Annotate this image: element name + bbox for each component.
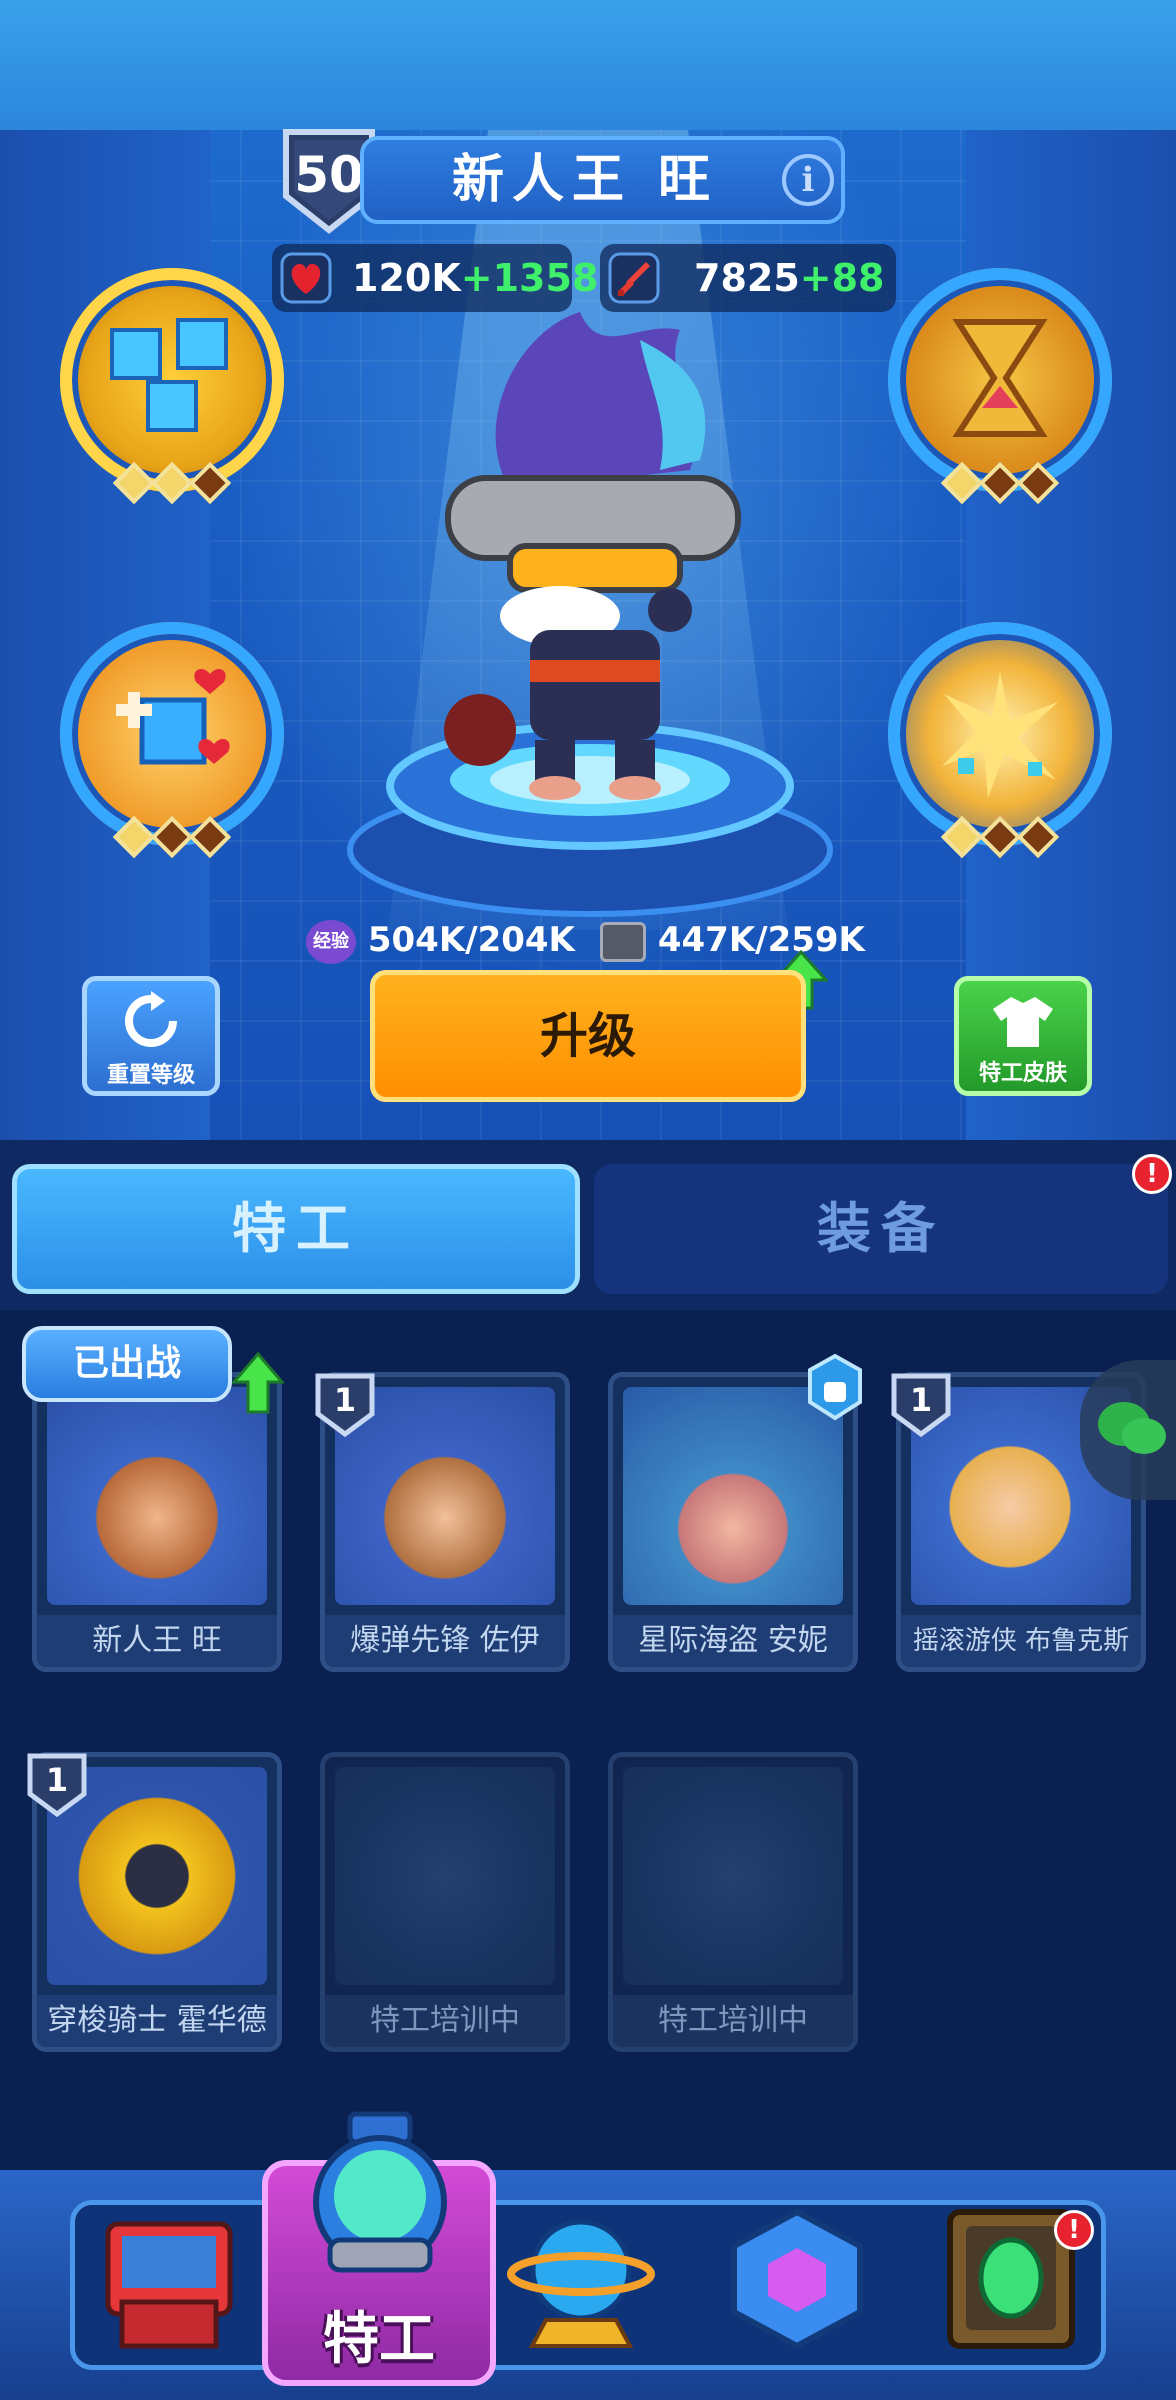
- agent-name: 穿梭骑士 霍华德: [37, 1995, 277, 2047]
- refresh-icon: [125, 991, 177, 1047]
- skill-hourglass[interactable]: [888, 268, 1112, 505]
- upgrade-hexagon-icon: [808, 1353, 862, 1421]
- skill-heal[interactable]: [60, 622, 284, 859]
- hourglass-icon: [952, 319, 1048, 437]
- agent-skin-button[interactable]: 特工皮肤: [954, 976, 1092, 1096]
- upgrade-button[interactable]: 升级: [370, 970, 806, 1102]
- shirt-icon: [993, 997, 1053, 1047]
- planet-nav-icon[interactable]: [506, 2200, 656, 2350]
- heal-cube-icon: [116, 668, 230, 765]
- exp-value: 504K/204K: [367, 920, 575, 960]
- agent-name: 爆弹先锋 佐伊: [325, 1615, 565, 1667]
- equipment-alert-badge: !: [1132, 1154, 1172, 1194]
- skill-burst[interactable]: [888, 622, 1112, 859]
- top-bar: [0, 0, 1176, 130]
- skill-cubes[interactable]: [60, 268, 284, 505]
- deployed-status-bubble: 已出战: [22, 1326, 232, 1402]
- hero-character: [444, 312, 741, 800]
- cubes-icon: [110, 318, 228, 432]
- gem-alert-badge: !: [1054, 2210, 1094, 2250]
- tab-agents[interactable]: 特工: [12, 1164, 580, 1294]
- agent-name: 星际海盗 安妮: [613, 1615, 853, 1667]
- parts-icon: [600, 921, 646, 962]
- agent-name: 新人王 旺: [37, 1615, 277, 1667]
- hp-bonus: +1358: [460, 256, 599, 300]
- agent-name: 摇滚游侠 布鲁克斯: [901, 1615, 1141, 1667]
- chat-icon: [1098, 1402, 1166, 1454]
- exp-icon: 经验: [306, 919, 356, 964]
- reset-level-button[interactable]: 重置等级: [82, 976, 220, 1096]
- shop-nav-icon[interactable]: [94, 2206, 244, 2356]
- parts-resource: 447K/259K: [600, 912, 900, 968]
- agent-silhouette: [335, 1767, 555, 1985]
- heart-icon: [280, 252, 332, 304]
- nav-agents-label: 特工: [323, 2307, 435, 2372]
- upgrade-arrow-icon: [232, 1352, 284, 1414]
- exp-resource: 经验 504K/204K: [306, 912, 586, 968]
- parts-value: 447K/259K: [657, 920, 865, 960]
- burst-icon: [942, 672, 1058, 798]
- agent-portrait: [47, 1387, 267, 1605]
- attack-value: 7825: [694, 256, 800, 300]
- hp-value: 120K: [352, 256, 461, 300]
- agent-level: 1: [45, 1761, 69, 1799]
- agent-silhouette: [623, 1767, 843, 1985]
- agent-name: 特工培训中: [613, 1995, 853, 2047]
- agent-level: 1: [333, 1381, 357, 1419]
- cube-nav-icon[interactable]: [722, 2204, 872, 2354]
- agent-name: 特工培训中: [325, 1995, 565, 2047]
- agent-card-locked[interactable]: 特工培训中: [320, 1752, 570, 2052]
- tab-equipment[interactable]: 装备: [594, 1164, 1168, 1294]
- chat-float-button[interactable]: [1080, 1360, 1176, 1500]
- agent-level: 1: [909, 1381, 933, 1419]
- hero-name: 新人王 旺: [451, 150, 719, 210]
- agent-helmet-icon: [313, 2111, 447, 2273]
- attack-bonus: +88: [799, 256, 885, 300]
- reset-level-label: 重置等级: [106, 1063, 195, 1088]
- info-icon[interactable]: i: [782, 154, 834, 206]
- agent-card[interactable]: 新人王 旺: [32, 1372, 282, 1672]
- agent-card-locked[interactable]: 特工培训中: [608, 1752, 858, 2052]
- agent-skin-label: 特工皮肤: [978, 1061, 1067, 1086]
- sword-icon: [608, 252, 660, 304]
